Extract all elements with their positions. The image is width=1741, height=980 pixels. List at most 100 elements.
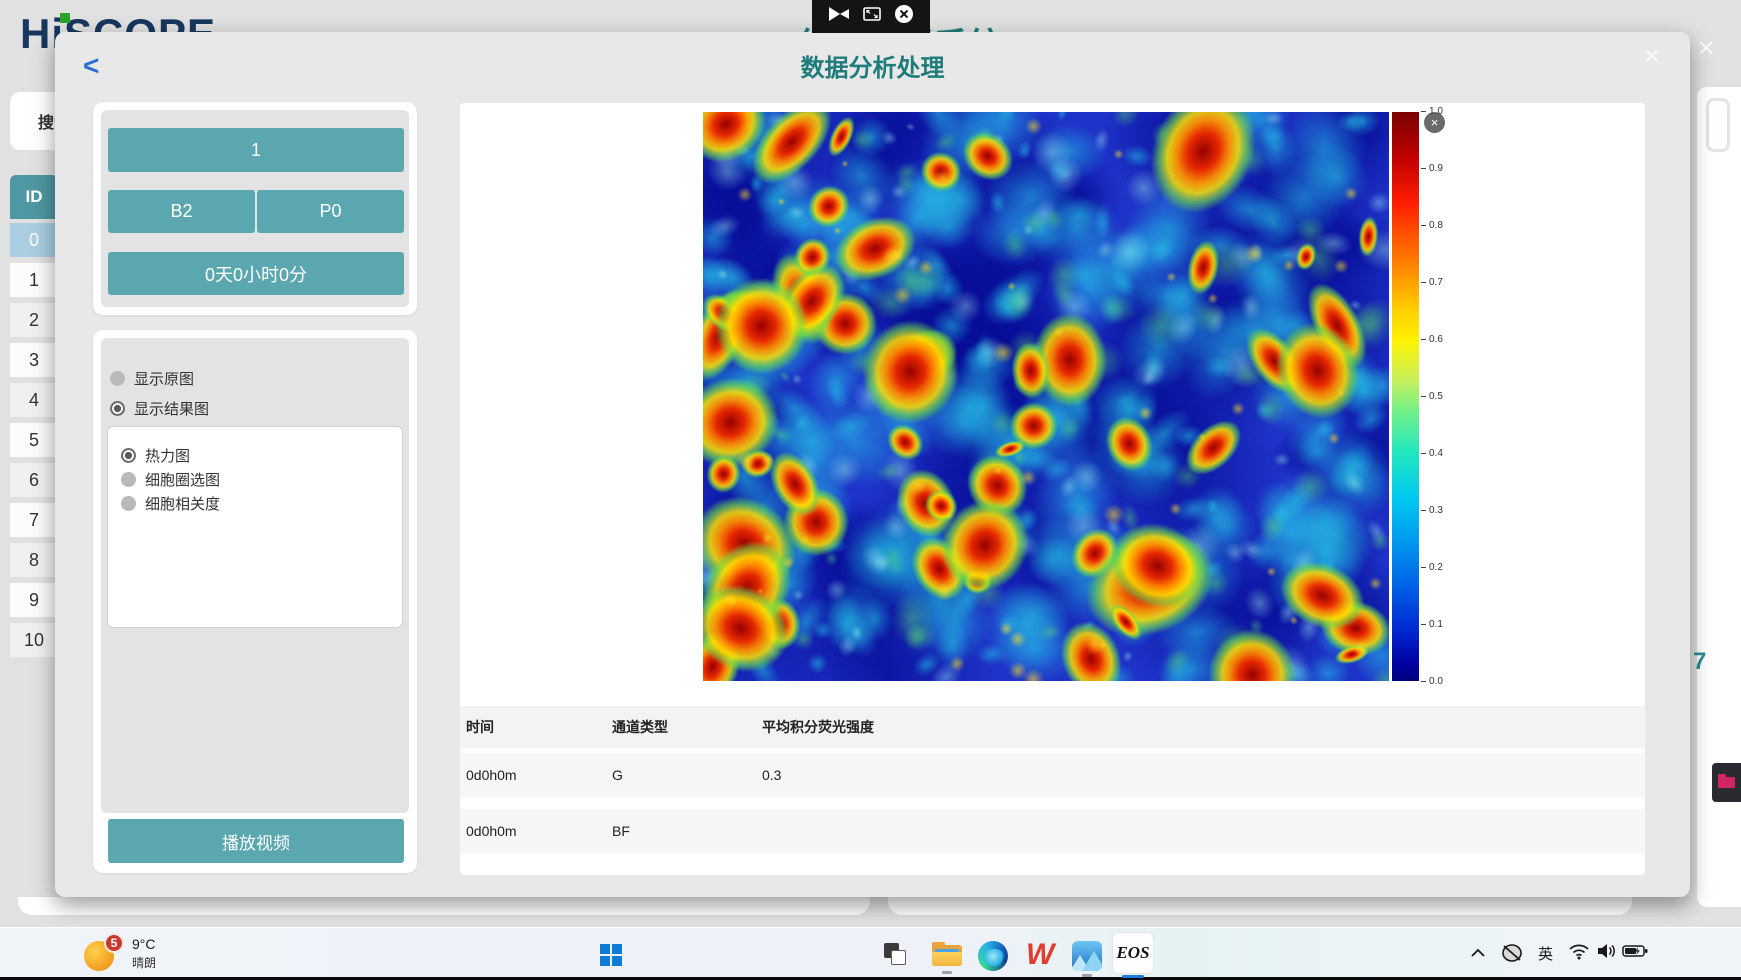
wifi-icon[interactable] (1568, 942, 1590, 965)
radio-heatmap[interactable]: 热力图 (121, 445, 190, 466)
cell-value: 0.3 (762, 767, 1645, 783)
wps-office-icon[interactable]: W (1026, 940, 1054, 970)
background-card-bottom-left (18, 897, 870, 915)
well-number-button[interactable]: 1 (108, 128, 404, 172)
id-row[interactable]: 1 (10, 263, 58, 297)
notifications-off-icon[interactable] (1500, 941, 1524, 970)
col-intensity: 平均积分荧光强度 (762, 717, 1645, 737)
start-button[interactable] (600, 944, 622, 966)
taskbar: 5 9°C 晴朗 搜索 (0, 927, 1741, 980)
id-column-header: ID (10, 175, 58, 219)
id-table: ID 0 1 2 3 4 5 6 7 8 9 10 (10, 175, 58, 657)
radio-unselected-icon (121, 496, 136, 511)
colorbar (1392, 112, 1419, 681)
task-view-icon[interactable] (884, 943, 906, 965)
radio-cell-selection-label: 细胞圈选图 (145, 469, 220, 490)
id-rows: 0 1 2 3 4 5 6 7 8 9 10 (10, 223, 58, 657)
id-row[interactable]: 9 (10, 583, 58, 617)
photos-app-icon[interactable] (1072, 941, 1102, 971)
play-video-button[interactable]: 播放视频 (108, 819, 404, 863)
radio-show-original[interactable]: 显示原图 (110, 368, 194, 389)
radio-heatmap-label: 热力图 (145, 445, 190, 466)
radio-show-original-label: 显示原图 (134, 368, 194, 389)
result-type-box: 热力图 细胞圈选图 细胞相关度 (107, 426, 403, 628)
eos-app-icon[interactable]: EOS (1112, 932, 1154, 974)
background-clipped-number: 7 (1693, 648, 1706, 676)
close-toolbar-icon[interactable] (894, 4, 914, 29)
dialog-close-icon[interactable]: × (1644, 42, 1660, 70)
id-row[interactable]: 5 (10, 423, 58, 457)
background-card-bottom-right (888, 897, 1632, 915)
weather-badge: 5 (104, 933, 124, 953)
radio-show-result[interactable]: 显示结果图 (110, 398, 209, 419)
colorbar-tick: 0.2 (1421, 562, 1443, 573)
radio-show-result-label: 显示结果图 (134, 398, 209, 419)
row-button[interactable]: B2 (108, 190, 255, 233)
id-row[interactable]: 3 (10, 343, 58, 377)
radio-cell-selection[interactable]: 细胞圈选图 (121, 469, 220, 490)
colorbar-ticks: 1.00.90.80.70.60.50.40.30.20.10.0 (1421, 106, 1443, 687)
col-time: 时间 (466, 717, 612, 737)
cast-icon[interactable] (828, 6, 850, 27)
colorbar-tick: 0.0 (1421, 676, 1443, 687)
battery-charging-icon[interactable] (1622, 944, 1648, 963)
radio-selected-icon (121, 448, 136, 463)
floating-folder-shortcut[interactable] (1712, 763, 1741, 802)
result-table-row: 0d0h0m G 0.3 (460, 753, 1645, 797)
id-row[interactable]: 7 (10, 503, 58, 537)
position-button[interactable]: P0 (257, 190, 404, 233)
background-scrollbar[interactable] (1706, 98, 1730, 152)
id-row[interactable]: 6 (10, 463, 58, 497)
result-table-rows: 0d0h0m G 0.3 0d0h0m BF (460, 753, 1645, 853)
background-close-icon[interactable]: × (1698, 34, 1714, 62)
active-app-indicator (1122, 975, 1144, 978)
colorbar-tick: 0.7 (1421, 277, 1443, 288)
well-info-card: 1 B2 P0 0天0小时0分 (93, 102, 417, 315)
radio-unselected-icon (110, 371, 125, 386)
floating-toolbar (812, 0, 930, 33)
radio-selected-icon (110, 401, 125, 416)
time-button[interactable]: 0天0小时0分 (108, 252, 404, 295)
running-indicator (1082, 974, 1092, 977)
result-table-header: 时间 通道类型 平均积分荧光强度 (460, 706, 1645, 748)
ime-indicator[interactable]: 英 (1538, 943, 1553, 964)
colorbar-tick: 0.6 (1421, 334, 1443, 345)
result-table-row: 0d0h0m BF (460, 809, 1645, 853)
edge-browser-icon[interactable] (978, 941, 1008, 971)
id-row[interactable]: 4 (10, 383, 58, 417)
weather-widget[interactable]: 5 (84, 941, 114, 971)
screen: HiSCOPE 细胞分析系统 搜索 ID 012345678910 × 7 < … (0, 0, 1741, 980)
cell-channel: G (612, 767, 762, 783)
colorbar-tick: 0.8 (1421, 220, 1443, 231)
dialog-title: 数据分析处理 (55, 48, 1690, 83)
file-explorer-icon[interactable] (932, 942, 962, 966)
colorbar-close-icon[interactable]: × (1424, 112, 1445, 133)
col-channel: 通道类型 (612, 717, 762, 737)
weather-condition: 晴朗 (132, 954, 156, 971)
colorbar-tick: 0.9 (1421, 163, 1443, 174)
cell-time: 0d0h0m (466, 823, 612, 839)
viewer-panel: 1.00.90.80.70.60.50.40.30.20.10.0 × 时间 通… (460, 103, 1645, 875)
id-row[interactable]: 10 (10, 623, 58, 657)
colorbar-tick: 0.1 (1421, 619, 1443, 630)
running-indicator (942, 971, 952, 974)
fullscreen-icon[interactable] (863, 7, 881, 26)
radio-cell-correlation[interactable]: 细胞相关度 (121, 493, 220, 514)
data-analysis-dialog: < 数据分析处理 × 1 B2 P0 0天0小时0分 显示原图 显示结果图 (55, 32, 1690, 897)
logo-green-dot-icon (60, 13, 70, 23)
colorbar-tick: 0.3 (1421, 505, 1443, 516)
id-row[interactable]: 2 (10, 303, 58, 337)
display-options-card: 显示原图 显示结果图 热力图 细胞圈选图 细胞相关度 (93, 330, 417, 873)
cell-channel: BF (612, 823, 762, 839)
radio-unselected-icon (121, 472, 136, 487)
pink-folder-icon (1718, 777, 1735, 788)
volume-icon[interactable] (1596, 942, 1618, 965)
colorbar-tick: 0.5 (1421, 391, 1443, 402)
colorbar-tick: 0.4 (1421, 448, 1443, 459)
tray-chevron-icon[interactable] (1470, 945, 1486, 963)
id-row[interactable]: 8 (10, 543, 58, 577)
eos-label: EOS (1116, 943, 1149, 963)
id-row[interactable]: 0 (10, 223, 58, 257)
weather-temperature: 9°C (132, 936, 156, 952)
cell-time: 0d0h0m (466, 767, 612, 783)
